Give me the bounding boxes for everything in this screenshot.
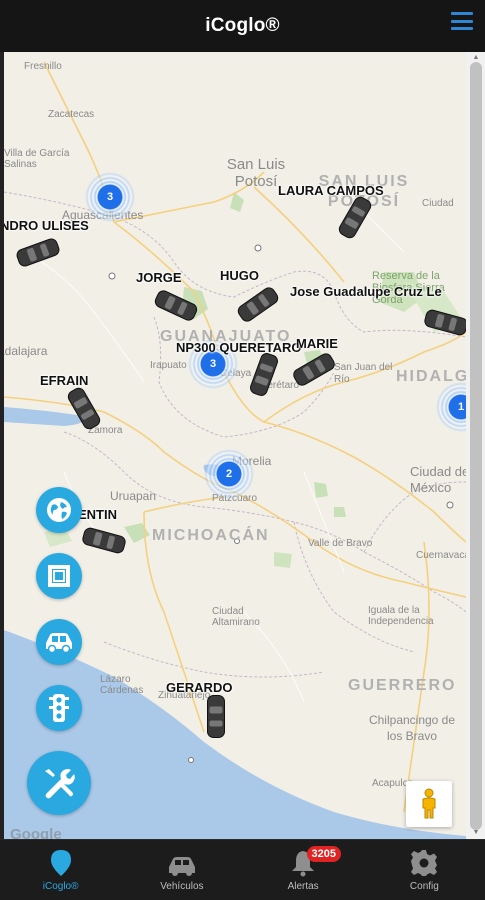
nav-label: Config	[409, 881, 439, 892]
bottom-navigation: iCoglo® Vehículos Alertas 3205 Config	[0, 839, 485, 900]
place-label: Villa de García Salinas	[4, 148, 70, 170]
vehicle-cluster[interactable]: 3	[85, 172, 135, 222]
area-button[interactable]	[36, 553, 82, 599]
place-label: Valle de Bravo	[308, 538, 373, 549]
nav-label: Alertas	[287, 881, 319, 892]
place-label: GUERRERO	[348, 677, 457, 694]
place-label: Chilpancingo de los Bravo	[368, 713, 456, 743]
map-pin-icon	[50, 850, 71, 876]
place-label: Cuernavaca	[416, 550, 466, 561]
nav-vehiculos[interactable]: Vehículos	[121, 840, 242, 900]
vehicle-label: GERARDO	[166, 680, 233, 695]
car-icon	[46, 633, 72, 654]
place-label: Ciudad	[422, 198, 454, 209]
place-label: Irapuato	[150, 360, 187, 371]
app-title: iCoglo®	[205, 15, 280, 36]
place-label: Iguala de la Independencia	[368, 605, 434, 627]
scroll-down-arrow-icon[interactable]: ▼	[470, 829, 482, 837]
hamburger-menu-icon[interactable]	[451, 12, 473, 30]
place-label: San Juan del Río	[334, 362, 393, 385]
traffic-button[interactable]	[36, 685, 82, 731]
frame-icon	[48, 565, 70, 587]
place-label: Fresnillo	[24, 61, 62, 72]
place-label: Guadalajara	[4, 344, 48, 358]
traffic-light-icon	[49, 694, 69, 722]
vehicle-label: Jose Guadalupe Cruz Le	[290, 284, 442, 299]
nav-icoglo[interactable]: iCoglo®	[0, 840, 121, 900]
vehicles-button[interactable]	[36, 619, 82, 665]
vehicle-marker[interactable]	[206, 695, 227, 739]
globe-icon	[47, 498, 71, 522]
vehicle-cluster[interactable]: 2	[204, 449, 254, 499]
google-logo: Google	[10, 826, 62, 839]
gear-icon	[411, 850, 438, 876]
pegman-icon	[422, 788, 436, 819]
street-view-pegman[interactable]	[406, 781, 452, 827]
nav-config[interactable]: Config	[364, 840, 485, 900]
vehicle-label: MARIE	[296, 336, 338, 351]
vehicle-label: NP300 QUERETARO	[176, 340, 302, 355]
place-label: Uruapan	[110, 489, 157, 503]
scroll-up-arrow-icon[interactable]: ▲	[470, 54, 482, 62]
tools-button[interactable]	[27, 751, 91, 815]
alert-count-badge: 3205	[306, 846, 341, 862]
vehicle-label: HUGO	[220, 268, 259, 283]
place-label: Ciudad Altamirano	[212, 606, 260, 628]
globe-button[interactable]	[36, 487, 82, 533]
place-label: MICHOACÁN	[152, 527, 270, 544]
place-label: Lázaro Cárdenas	[100, 674, 144, 696]
vehicle-label: ENTIN	[78, 507, 117, 522]
nav-label: Vehículos	[160, 881, 204, 892]
vehicle-label: NDRO ULISES	[4, 218, 89, 233]
vehicle-label: LAURA CAMPOS	[278, 183, 384, 198]
vehicle-label: JORGE	[136, 270, 182, 285]
place-label: Ciudad de México	[410, 464, 466, 495]
nav-alertas[interactable]: Alertas 3205	[243, 840, 364, 900]
scrollbar-thumb[interactable]	[470, 62, 482, 830]
car-icon	[168, 857, 195, 876]
place-label: Zacatecas	[48, 109, 95, 120]
nav-label: iCoglo®	[42, 881, 79, 892]
tools-icon	[45, 769, 75, 799]
app-header: iCoglo®	[0, 0, 485, 52]
